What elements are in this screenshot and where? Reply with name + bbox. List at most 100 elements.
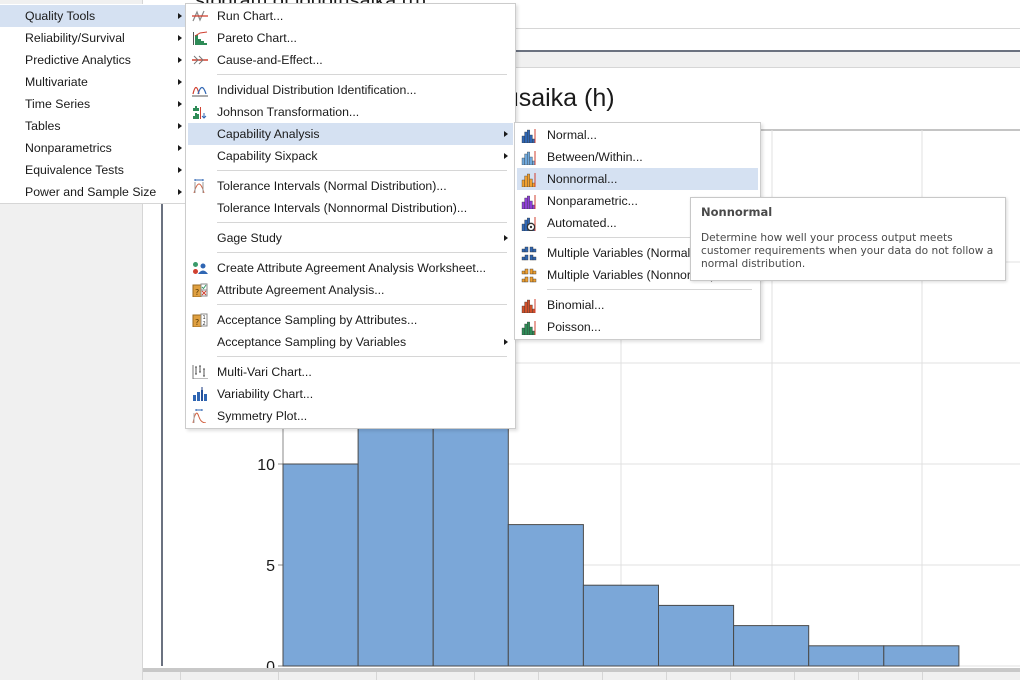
submenu-arrow-icon [178, 189, 182, 195]
column-header[interactable] [181, 672, 279, 680]
menu-item-label: Normal... [547, 128, 597, 142]
menu-item-pareto-chart[interactable]: Pareto Chart... [188, 27, 513, 49]
menu-item-label: Acceptance Sampling by Variables [217, 335, 407, 349]
submenu-arrow-icon [178, 101, 182, 107]
column-header[interactable] [143, 672, 181, 680]
submenu-arrow-icon [178, 167, 182, 173]
menu-separator [188, 249, 513, 257]
menu-item-poisson[interactable]: Poisson... [517, 316, 758, 338]
histogram-bar [282, 463, 359, 667]
column-header[interactable] [667, 672, 731, 680]
column-header[interactable] [475, 672, 539, 680]
menu-item-equivalence-tests[interactable]: Equivalence Tests [0, 159, 187, 181]
menu-item-label: Reliability/Survival [25, 31, 125, 45]
menu-item-label: Capability Analysis [217, 127, 320, 141]
capability-multiple-nonnormal-icon [521, 268, 537, 283]
menu-item-acceptance-sampling-variables[interactable]: Acceptance Sampling by Variables [188, 331, 513, 353]
menu-item-individual-distribution-id[interactable]: Individual Distribution Identification..… [188, 79, 513, 101]
column-header[interactable] [539, 672, 603, 680]
tooltip-description: Determine how well your process output m… [701, 232, 994, 270]
menu-item-reliability-survival[interactable]: Reliability/Survival [0, 27, 187, 49]
menu-separator [188, 301, 513, 309]
menu-item-label: Symmetry Plot... [217, 409, 308, 423]
column-header[interactable] [731, 672, 795, 680]
submenu-arrow-icon [178, 57, 182, 63]
menu-item-normal[interactable]: Normal... [517, 124, 758, 146]
submenu-arrow-icon [178, 13, 182, 19]
menu-item-power-sample-size[interactable]: Power and Sample Size [0, 181, 187, 203]
menu-item-predictive-analytics[interactable]: Predictive Analytics [0, 49, 187, 71]
johnson-transformation-icon [193, 106, 207, 119]
menu-separator [188, 71, 513, 79]
menu-item-tolerance-intervals-normal[interactable]: Tolerance Intervals (Normal Distribution… [188, 175, 513, 197]
svg-text:2: 2 [203, 321, 206, 327]
quality-tools-submenu: Run Chart... Pareto Chart... Cause-and-E… [185, 3, 516, 429]
menu-item-tables[interactable]: Tables [0, 115, 187, 137]
histogram-bar [658, 604, 735, 667]
menu-item-gage-study[interactable]: Gage Study [188, 227, 513, 249]
acceptance-sampling-icon: ? 12 [192, 313, 208, 327]
distribution-id-icon [192, 86, 208, 97]
nonnormal-tooltip: Nonnormal Determine how well your proces… [690, 197, 1006, 281]
menu-item-nonnormal[interactable]: Nonnormal... [517, 168, 758, 190]
menu-item-johnson-transformation[interactable]: Johnson Transformation... [188, 101, 513, 123]
menu-item-tolerance-intervals-nonnormal[interactable]: Tolerance Intervals (Nonnormal Distribut… [188, 197, 513, 219]
menu-item-variability-chart[interactable]: Variability Chart... [188, 383, 513, 405]
capability-multiple-normal-icon [521, 246, 537, 261]
menu-item-between-within[interactable]: Between/Within... [517, 146, 758, 168]
submenu-arrow-icon [178, 123, 182, 129]
menu-item-label: Nonnormal... [547, 172, 618, 186]
menu-item-label: Capability Sixpack [217, 149, 318, 163]
svg-text:?: ? [195, 288, 199, 297]
menu-item-capability-analysis[interactable]: Capability Analysis [188, 123, 513, 145]
menu-item-label: Multivariate [25, 75, 88, 89]
menu-item-label: Nonparametrics [25, 141, 112, 155]
histogram-bar [883, 645, 960, 667]
tooltip-title: Nonnormal [701, 205, 773, 219]
multi-vari-icon [192, 365, 208, 379]
column-header[interactable] [795, 672, 859, 680]
menu-item-multivariate[interactable]: Multivariate [0, 71, 187, 93]
menu-item-time-series[interactable]: Time Series [0, 93, 187, 115]
capability-nonparametric-icon [521, 195, 536, 209]
menu-item-create-attribute-worksheet[interactable]: Create Attribute Agreement Analysis Work… [188, 257, 513, 279]
menu-item-label: Power and Sample Size [25, 185, 157, 199]
capability-poisson-icon [521, 321, 536, 335]
column-header[interactable] [279, 672, 377, 680]
menu-item-cause-and-effect[interactable]: Cause-and-Effect... [188, 49, 513, 71]
menu-item-label: Poisson... [547, 320, 601, 334]
menu-item-label: Tolerance Intervals (Nonnormal Distribut… [217, 201, 468, 215]
menu-item-label: Tolerance Intervals (Normal Distribution… [217, 179, 447, 193]
menu-item-label: Pareto Chart... [217, 31, 297, 45]
menu-item-symmetry-plot[interactable]: Symmetry Plot... [188, 405, 513, 427]
menu-separator [188, 219, 513, 227]
submenu-arrow-icon [178, 35, 182, 41]
menu-item-capability-sixpack[interactable]: Capability Sixpack [188, 145, 513, 167]
menu-item-label: Johnson Transformation... [217, 105, 360, 119]
menu-item-label: Automated... [547, 216, 617, 230]
menu-item-label: Create Attribute Agreement Analysis Work… [217, 261, 487, 275]
column-header[interactable] [859, 672, 923, 680]
menu-item-attribute-agreement-analysis[interactable]: ? Attribute Agreement Analysis... [188, 279, 513, 301]
capability-nonnormal-icon [521, 173, 536, 187]
menu-item-nonparametrics[interactable]: Nonparametrics [0, 137, 187, 159]
menu-item-quality-tools[interactable]: Quality Tools [0, 5, 187, 27]
menu-item-run-chart[interactable]: Run Chart... [188, 5, 513, 27]
submenu-arrow-icon [504, 153, 508, 159]
menu-item-label: Acceptance Sampling by Attributes... [217, 313, 418, 327]
symmetry-plot-icon [192, 409, 207, 423]
menu-item-binomial[interactable]: Binomial... [517, 294, 758, 316]
menu-item-acceptance-sampling-attributes[interactable]: ? 1 2 Acceptance Sampling by Attributes... [188, 309, 513, 331]
y-tick-label: 0 [266, 659, 275, 668]
menu-item-label: Gage Study [217, 231, 282, 245]
capability-automated-icon [521, 217, 536, 231]
column-header[interactable] [603, 672, 667, 680]
menu-item-multi-vari-chart[interactable]: Multi-Vari Chart... [188, 361, 513, 383]
y-tick-label: 5 [266, 558, 275, 575]
y-tick-label: 10 [257, 457, 275, 474]
histogram-bar [432, 423, 509, 667]
menu-item-label: Multiple Variables (Normal)... [547, 246, 705, 260]
column-header[interactable] [377, 672, 475, 680]
capability-normal-icon [521, 129, 536, 143]
menu-item-label: Predictive Analytics [25, 53, 131, 67]
